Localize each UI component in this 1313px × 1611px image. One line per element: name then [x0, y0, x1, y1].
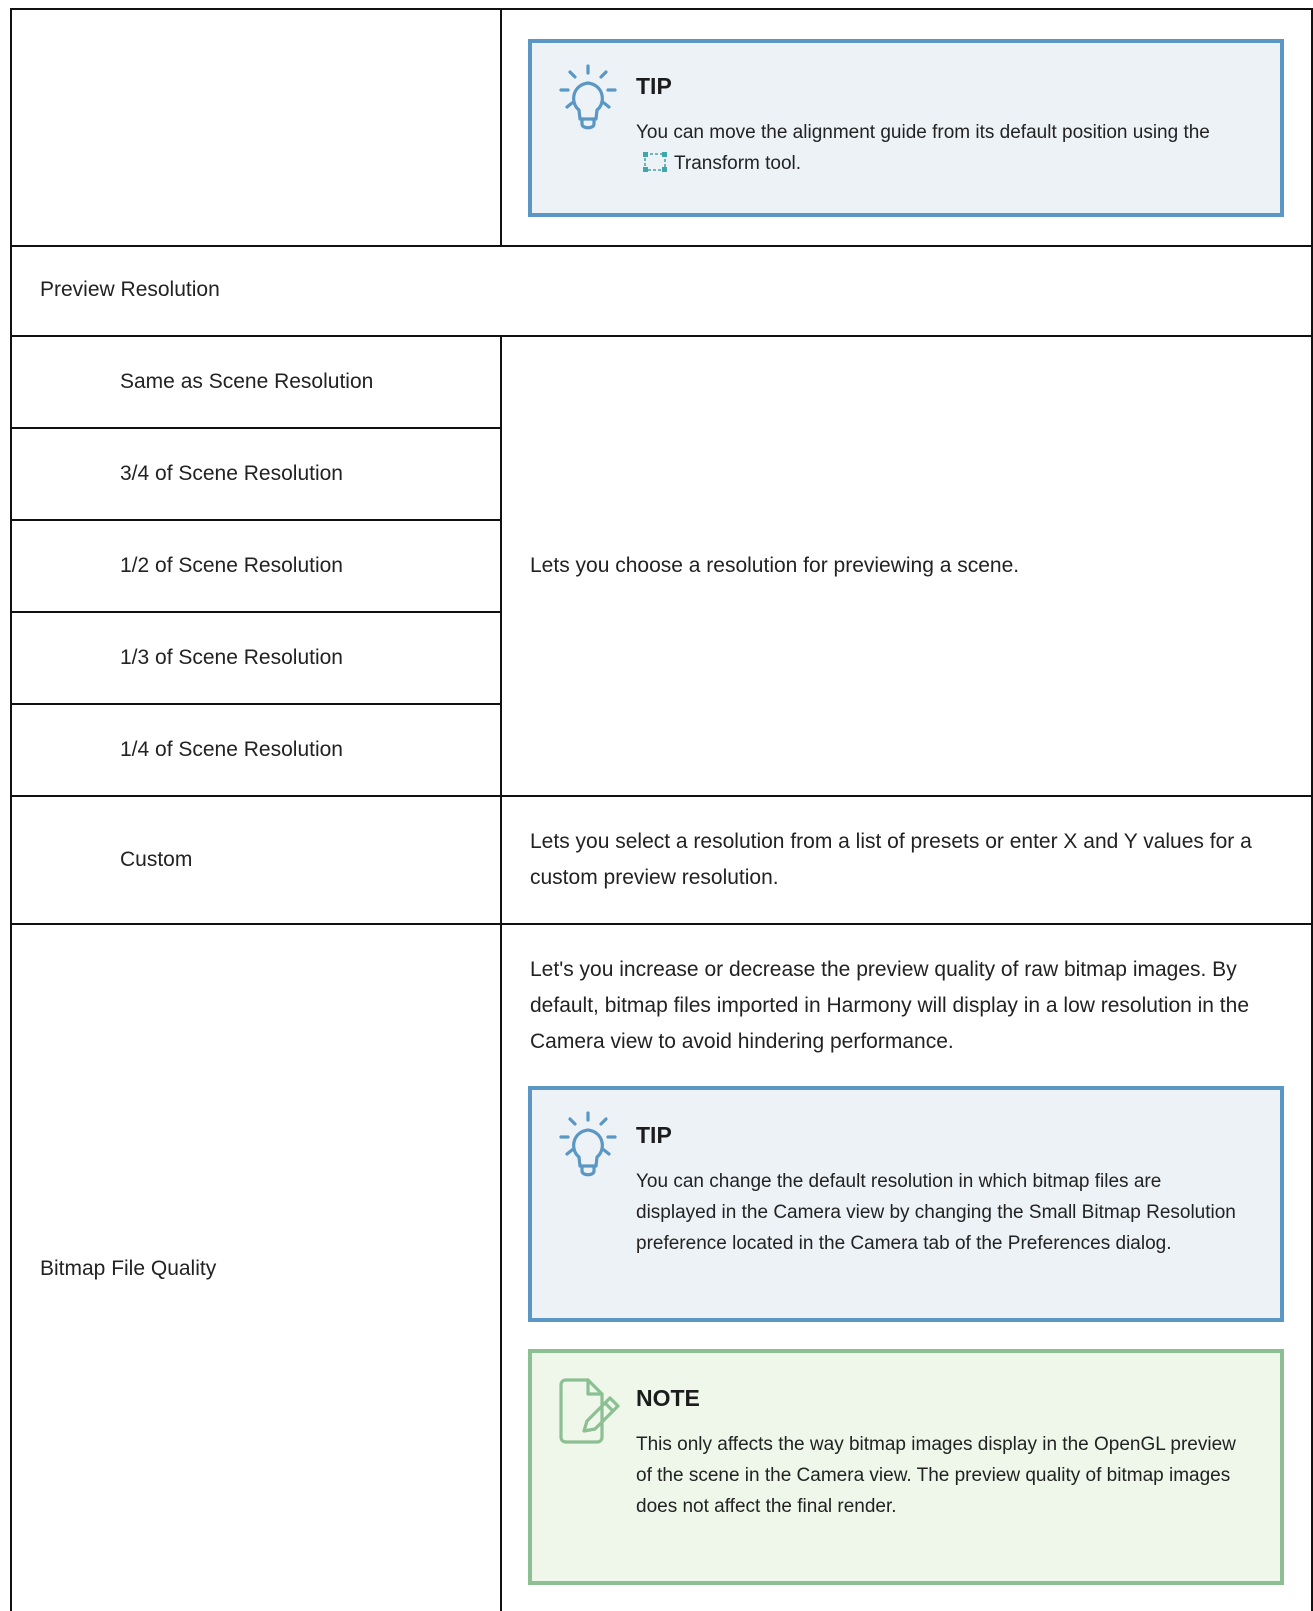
- row-border: [10, 611, 501, 613]
- bitmap-tip-title: TIP: [636, 1122, 672, 1148]
- bitmap-note-title: NOTE: [636, 1385, 700, 1411]
- bitmap-file-quality-description: Let's you increase or decrease the previ…: [530, 958, 1250, 1053]
- row-border: [10, 427, 501, 429]
- tip-text-end: Transform tool.: [674, 153, 802, 174]
- option-three-quarters: 3/4 of Scene Resolution: [120, 462, 343, 485]
- row-border: [10, 795, 1313, 797]
- tip-text: You can move the alignment guide from it…: [636, 117, 1240, 179]
- options-description: Lets you choose a resolution for preview…: [530, 554, 1020, 577]
- preferences-table: TIP You can move the alignment guide fro…: [0, 0, 1313, 1611]
- tip-title: TIP: [636, 73, 672, 99]
- table-left-border: [10, 8, 12, 1611]
- column-divider: [500, 336, 502, 1611]
- option-third: 1/3 of Scene Resolution: [120, 646, 343, 669]
- option-same-as-scene: Same as Scene Resolution: [120, 370, 374, 393]
- row-border: [10, 245, 1313, 247]
- custom-description: Lets you select a resolution from a list…: [530, 830, 1252, 889]
- note-icon: [559, 1378, 620, 1444]
- bitmap-tip-text: You can change the default resolution in…: [636, 1171, 1236, 1254]
- tip-text-start: You can move the alignment guide from it…: [636, 122, 1210, 143]
- row-border: [10, 703, 501, 705]
- bitmap-note-callout: NOTE This only affects the way bitmap im…: [528, 1349, 1284, 1585]
- bitmap-tip-callout: TIP You can change the default resolutio…: [528, 1086, 1284, 1322]
- option-quarter: 1/4 of Scene Resolution: [120, 738, 343, 761]
- custom-label: Custom: [120, 848, 193, 871]
- bitmap-note-text: This only affects the way bitmap images …: [636, 1434, 1236, 1517]
- column-divider: [500, 8, 502, 246]
- table-top-border: [10, 8, 1313, 10]
- bitmap-file-quality-label: Bitmap File Quality: [40, 1257, 217, 1280]
- row-border: [10, 519, 501, 521]
- lightbulb-icon: [559, 64, 617, 130]
- tip-callout: TIP You can move the alignment guide fro…: [528, 39, 1284, 217]
- row-border: [10, 335, 1313, 337]
- preview-resolution-label: Preview Resolution: [40, 278, 220, 301]
- row-border: [10, 923, 1313, 925]
- lightbulb-icon: [559, 1111, 617, 1177]
- option-half: 1/2 of Scene Resolution: [120, 554, 343, 577]
- transform-tool-icon: [643, 152, 667, 172]
